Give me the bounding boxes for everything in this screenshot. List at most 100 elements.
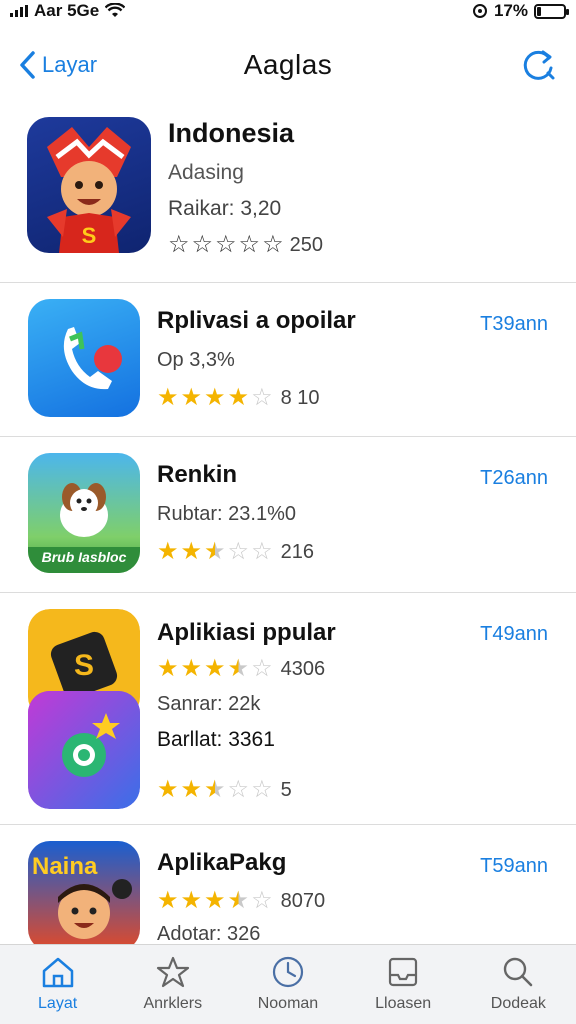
tab-bar: Layat Anrklers Nooman Lloasen Dodeak (0, 944, 576, 1024)
phone-call-icon (28, 299, 140, 417)
star-icon: ☆ (191, 231, 214, 258)
star-icon: ☆ (251, 384, 273, 411)
wifi-icon (105, 3, 126, 17)
back-label: Layar (42, 52, 98, 77)
star-icon: ★ (204, 384, 226, 411)
list-item[interactable]: Rplivasi a opoilar Op 3,3% ★ ★ ★ ★ ☆ 8 10 T3… (0, 283, 576, 437)
featured-subtitle: Adasing (168, 161, 244, 184)
star-icon: ☆ (251, 776, 273, 803)
refresh-icon (523, 50, 555, 80)
tab-label: Layat (38, 995, 78, 1012)
tab-lloasen[interactable]: Lloasen (348, 955, 458, 1013)
price-button[interactable]: T59ann (480, 855, 548, 878)
star-icon (156, 956, 189, 988)
featured-title: Indonesia (168, 118, 295, 148)
star-icon: ☆ (251, 538, 273, 565)
clock-icon (272, 956, 304, 988)
icon-caption: Naina (32, 853, 98, 880)
rating-count: 8 10 (280, 386, 320, 409)
star-icon: ☆ (262, 231, 284, 258)
tab-label: Lloasen (375, 995, 432, 1012)
featured-rating-count: 250 (289, 233, 323, 256)
carrier-label: Aar 5Ge (34, 1, 100, 20)
star-icon: ★ (204, 538, 226, 565)
app-subtitle: Adotar: 326 (157, 923, 261, 945)
featured-app[interactable]: S Indonesia Adasing Raikar: 3,20 ☆ ☆ ☆ ☆ ☆ 2… (0, 108, 576, 283)
signal-icon (10, 5, 28, 17)
location-icon (472, 4, 487, 18)
star-icon: ☆ (251, 655, 273, 682)
star-rating-icons: ★ ★ ★ ★ ☆ (157, 889, 273, 913)
app-star-rating: ★ ★ ★ ☆ ☆ 216 (157, 540, 314, 564)
list-item[interactable]: Brub Iasbloc Renkin Rubtar: 23.1%0 ★ ★ ★ ☆ ☆… (0, 437, 576, 593)
icon-caption: Brub Iasbloc (41, 549, 127, 565)
star-icon: ★ (180, 776, 203, 803)
star-icon: ★ (180, 887, 203, 914)
battery-icon (534, 3, 569, 19)
app-star-rating: ★ ★ ★ ★ ☆ 4306 (157, 657, 336, 681)
star-icon: ★ (157, 384, 179, 411)
refresh-button[interactable] (518, 45, 558, 85)
star-icon: ★ (157, 776, 179, 803)
rating-count: 8070 (280, 889, 326, 912)
app-star-rating-secondary: ★ ★ ★ ☆ ☆ 5 (157, 778, 336, 802)
star-rating-icons: ★ ★ ★ ★ ☆ (157, 657, 273, 681)
tab-layat[interactable]: Layat (3, 955, 113, 1013)
tab-label: Anrklers (143, 995, 203, 1012)
cartoon-boy-icon: Naina (28, 841, 140, 951)
star-icon: ☆ (215, 231, 237, 258)
app-star-rating: ★ ★ ★ ★ ☆ 8 10 (157, 386, 356, 410)
app-title: AplikaPakg (157, 849, 287, 876)
battery-percent: 17% (493, 1, 528, 20)
star-icon: ★ (204, 887, 226, 914)
star-rating-icons: ☆ ☆ ☆ ☆ ☆ (168, 233, 284, 257)
star-rating-icons: ★ ★ ★ ☆ ☆ (157, 778, 273, 802)
star-icon: ★ (180, 655, 203, 682)
dog-game-icon: Brub Iasbloc (28, 453, 140, 573)
star-icon: ☆ (251, 887, 273, 914)
tab-nooman[interactable]: Nooman (233, 955, 343, 1013)
svg-text:S: S (82, 223, 97, 248)
star-icon: ★ (180, 538, 203, 565)
app-subtitle: Op 3,3% (157, 349, 235, 371)
rating-count: 5 (280, 778, 292, 801)
star-icon: ★ (227, 384, 250, 411)
star-icon: ☆ (238, 231, 261, 258)
status-bar: Aar 5Ge 17% (0, 0, 576, 22)
star-icon: ☆ (168, 231, 190, 258)
nav-bar: Layar Aaglas (0, 22, 576, 108)
star-icon: ★ (180, 384, 203, 411)
rating-count: 4306 (280, 657, 326, 680)
app-title: Aplikiasi ppular (157, 619, 336, 646)
list-item[interactable]: S Aplikiasi ppular ★ ★ ★ ★ ☆ 4306 Sanrar: 22… (0, 593, 576, 825)
featured-star-rating: ☆ ☆ ☆ ☆ ☆ 250 (168, 233, 323, 257)
tab-anrklers[interactable]: Anrklers (118, 955, 228, 1013)
star-icon: ★ (157, 887, 179, 914)
star-icon: ★ (227, 655, 250, 682)
inbox-icon (389, 957, 418, 987)
tab-dodeak[interactable]: Dodeak (463, 955, 573, 1013)
kid-mascot-icon: S (27, 117, 151, 253)
app-subtitle: Sanrar: 22k (157, 693, 261, 715)
back-button[interactable]: Layar (18, 50, 97, 80)
svg-text:S: S (74, 649, 94, 682)
home-icon (42, 957, 73, 988)
app-subtitle-secondary: Barllat: 3361 (157, 728, 275, 751)
list-item[interactable]: Naina AplikaPakg ★ ★ ★ ★ ☆ 8070 Adotar: 326 … (0, 825, 576, 951)
price-button[interactable]: T39ann (480, 313, 548, 336)
star-icon: ☆ (227, 538, 250, 565)
star-icon: ★ (227, 887, 250, 914)
app-title: Rplivasi a opoilar (157, 307, 356, 334)
rating-count: 216 (280, 540, 314, 563)
star-icon: ★ (157, 655, 179, 682)
price-button[interactable]: T26ann (480, 467, 548, 490)
featured-rating-text: Raikar: 3,20 (168, 197, 282, 220)
search-icon (504, 957, 533, 987)
star-rating-icons: ★ ★ ★ ☆ ☆ (157, 540, 273, 564)
star-icon: ☆ (227, 776, 250, 803)
price-button[interactable]: T49ann (480, 623, 548, 646)
star-icon: ★ (204, 655, 226, 682)
app-star-rating: ★ ★ ★ ★ ☆ 8070 (157, 889, 325, 913)
app-subtitle: Rubtar: 23.1%0 (157, 503, 296, 525)
app-title: Renkin (157, 461, 238, 488)
